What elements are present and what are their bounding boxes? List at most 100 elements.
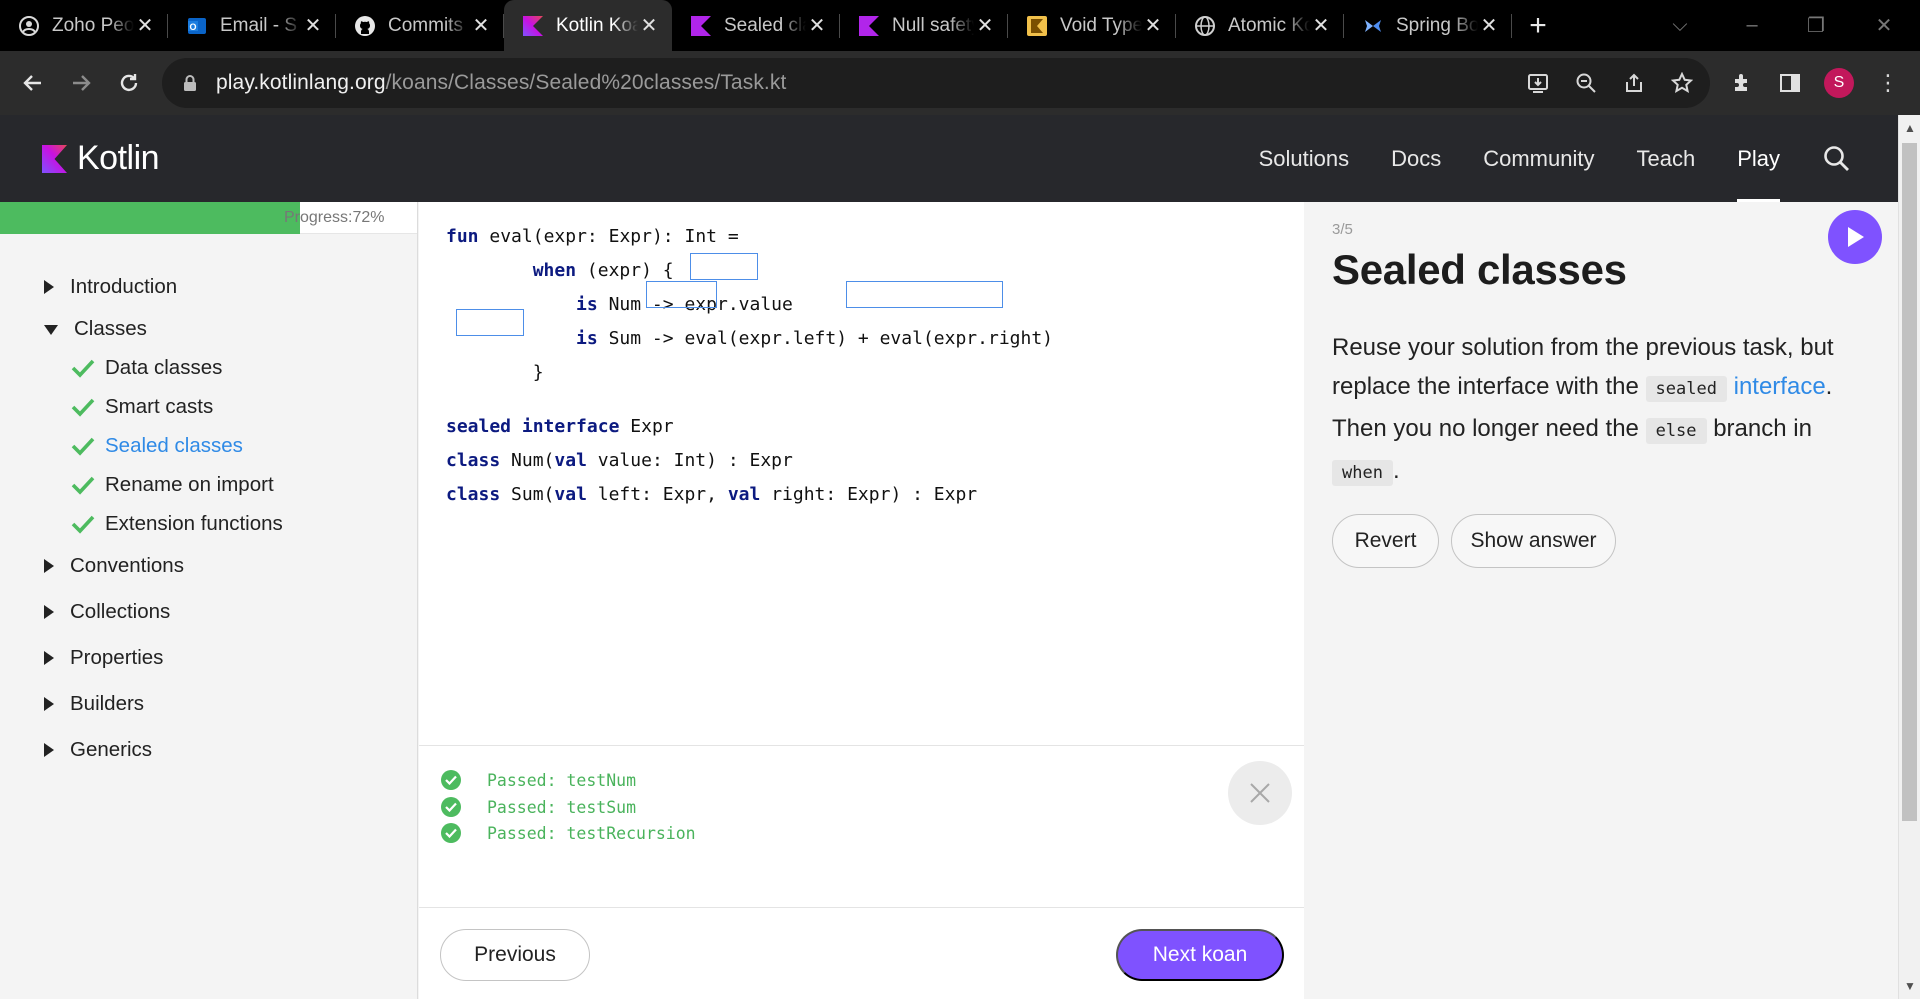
sidebar-section-generics[interactable]: Generics xyxy=(0,727,418,773)
minimize-icon[interactable]: – xyxy=(1724,0,1780,51)
install-app-icon[interactable] xyxy=(1524,69,1552,97)
highlight-marker xyxy=(456,309,524,336)
browser-tab[interactable]: Zoho People ✕ xyxy=(0,0,168,51)
browser-tab[interactable]: Sealed classes ✕ xyxy=(672,0,840,51)
back-icon[interactable] xyxy=(9,59,57,107)
sidebar-item-rename-on-import[interactable]: Rename on import xyxy=(0,465,418,504)
highlight-marker xyxy=(846,281,1003,308)
code-editor[interactable]: fun eval(expr: Expr): Int = when (expr) … xyxy=(419,202,1304,745)
close-tab-icon[interactable]: ✕ xyxy=(1142,15,1164,37)
browser-tab[interactable]: Commits ✕ xyxy=(336,0,504,51)
koans-sidebar: Progress:72% Introduction Classes Data c… xyxy=(0,202,418,999)
tab-title: Spring Boot xyxy=(1396,14,1478,36)
sidebar-section-builders[interactable]: Builders xyxy=(0,681,418,727)
tab-title: Sealed classes xyxy=(724,14,806,36)
sidebar-item-extension-functions[interactable]: Extension functions xyxy=(0,504,418,543)
search-icon[interactable] xyxy=(1822,144,1852,174)
tab-title: Zoho People xyxy=(52,14,134,36)
nav-teach[interactable]: Teach xyxy=(1636,115,1695,202)
zoho-people-icon xyxy=(18,15,40,37)
zoom-out-icon[interactable] xyxy=(1572,69,1600,97)
side-panel-icon[interactable] xyxy=(1776,69,1804,97)
scroll-up-arrow-icon[interactable]: ▲ xyxy=(1899,117,1920,139)
reload-icon[interactable] xyxy=(105,59,153,107)
profile-avatar[interactable]: S xyxy=(1824,68,1854,98)
close-results-button[interactable] xyxy=(1228,761,1292,825)
sidebar-item-sealed-classes[interactable]: Sealed classes xyxy=(0,426,418,465)
address-bar[interactable]: play.kotlinlang.org/koans/Classes/Sealed… xyxy=(162,58,1710,108)
extensions-icon[interactable] xyxy=(1728,69,1756,97)
kotlin-yellow-icon xyxy=(1026,15,1048,37)
next-koan-button[interactable]: Next koan xyxy=(1116,929,1284,981)
close-tab-icon[interactable]: ✕ xyxy=(974,15,996,37)
forward-icon[interactable] xyxy=(57,59,105,107)
browser-tab[interactable]: Null safety ✕ xyxy=(840,0,1008,51)
highlight-marker xyxy=(690,253,758,280)
test-result-row: Passed: testSum xyxy=(441,794,636,820)
show-answer-button[interactable]: Show answer xyxy=(1451,514,1616,568)
nav-docs[interactable]: Docs xyxy=(1391,115,1441,202)
code-line[interactable]: } xyxy=(446,356,1053,390)
checkmark-icon xyxy=(71,437,95,456)
nav-play[interactable]: Play xyxy=(1737,115,1780,202)
sidebar-section-conventions[interactable]: Conventions xyxy=(0,543,418,589)
browser-tab-active[interactable]: Kotlin Koans ✕ xyxy=(504,0,672,51)
task-description: Reuse your solution from the previous ta… xyxy=(1332,334,1834,486)
close-tab-icon[interactable]: ✕ xyxy=(134,15,156,37)
site-header: Kotlin Solutions Docs Community Teach Pl… xyxy=(0,115,1898,202)
run-button[interactable] xyxy=(1828,210,1882,264)
share-icon[interactable] xyxy=(1620,69,1648,97)
spring-icon xyxy=(1362,15,1384,37)
kotlin-logo-text: Kotlin xyxy=(77,139,160,177)
browser-tab[interactable]: Spring Boot ✕ xyxy=(1344,0,1512,51)
nav-community[interactable]: Community xyxy=(1483,115,1594,202)
close-tab-icon[interactable]: ✕ xyxy=(302,15,324,37)
close-tab-icon[interactable]: ✕ xyxy=(470,15,492,37)
revert-button[interactable]: Revert xyxy=(1332,514,1439,568)
code-line[interactable]: class Num(val value: Int) : Expr xyxy=(446,444,1053,478)
tab-search-icon[interactable]: ⌵ xyxy=(1652,0,1708,51)
sidebar-section-introduction[interactable]: Introduction xyxy=(0,264,418,310)
code-line[interactable]: is Sum -> eval(expr.left) + eval(expr.ri… xyxy=(446,322,1053,356)
kotlin-logo[interactable]: Kotlin xyxy=(42,139,160,178)
collapse-triangle-icon xyxy=(44,325,58,335)
close-tab-icon[interactable]: ✕ xyxy=(806,15,828,37)
code-line[interactable]: sealed interface Expr xyxy=(446,410,1053,444)
expand-triangle-icon xyxy=(44,697,54,711)
sidebar-item-smart-casts[interactable]: Smart casts xyxy=(0,387,418,426)
sidebar-item-data-classes[interactable]: Data classes xyxy=(0,348,418,387)
close-window-icon[interactable]: ✕ xyxy=(1856,0,1912,51)
bookmark-star-icon[interactable] xyxy=(1668,69,1696,97)
code-line[interactable] xyxy=(446,390,1053,410)
tab-title: Commits xyxy=(388,14,463,36)
code-line[interactable]: class Sum(val left: Expr, val right: Exp… xyxy=(446,478,1053,512)
sidebar-section-properties[interactable]: Properties xyxy=(0,635,418,681)
play-icon xyxy=(1848,227,1864,247)
kotlin-icon xyxy=(522,15,544,37)
browser-tab[interactable]: Void Type ✕ xyxy=(1008,0,1176,51)
tab-title: Email - S xyxy=(220,14,298,36)
sidebar-section-collections[interactable]: Collections xyxy=(0,589,418,635)
lock-icon[interactable] xyxy=(180,73,200,93)
close-tab-icon[interactable]: ✕ xyxy=(1478,15,1500,37)
tab-title: Kotlin Koans xyxy=(556,14,638,36)
scroll-down-arrow-icon[interactable]: ▼ xyxy=(1899,975,1920,997)
close-tab-icon[interactable]: ✕ xyxy=(1310,15,1332,37)
interface-link[interactable]: interface xyxy=(1734,373,1826,400)
browser-tab[interactable]: O Email - S ✕ xyxy=(168,0,336,51)
nav-solutions[interactable]: Solutions xyxy=(1259,115,1350,202)
menu-kebab-icon[interactable]: ⋮ xyxy=(1874,69,1902,97)
scrollbar-thumb[interactable] xyxy=(1902,143,1917,821)
expand-triangle-icon xyxy=(44,651,54,665)
browser-tab[interactable]: Atomic Kotlin ✕ xyxy=(1176,0,1344,51)
close-tab-icon[interactable]: ✕ xyxy=(638,15,660,37)
code-line[interactable]: fun eval(expr: Expr): Int = xyxy=(446,220,1053,254)
previous-button[interactable]: Previous xyxy=(440,929,590,981)
expand-triangle-icon xyxy=(44,280,54,294)
browser-toolbar: play.kotlinlang.org/koans/Classes/Sealed… xyxy=(0,51,1920,115)
new-tab-button[interactable]: + xyxy=(1512,0,1564,51)
top-navigation: Solutions Docs Community Teach Play xyxy=(1259,115,1898,202)
restore-icon[interactable]: ❐ xyxy=(1788,0,1844,51)
sidebar-section-classes[interactable]: Classes xyxy=(0,310,418,348)
page-scrollbar[interactable]: ▲ ▼ xyxy=(1898,115,1920,999)
